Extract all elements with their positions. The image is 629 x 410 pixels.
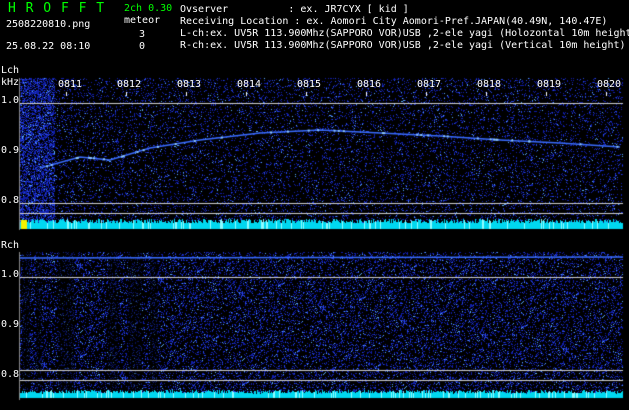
time-tick: 0818 — [477, 79, 502, 90]
lch-freq-tick: 0.9 — [1, 145, 20, 156]
time-tick: 0819 — [537, 79, 562, 90]
mode-label: 2ch 0.30 — [124, 3, 173, 14]
lch-unit-label: kHz — [1, 77, 20, 88]
time-tick: 0814 — [237, 79, 262, 90]
time-tick: 0817 — [417, 79, 442, 90]
location-line: Receiving Location : ex. Aomori City Aom… — [180, 16, 608, 27]
time-tick: 0820 — [597, 79, 622, 90]
rch-freq-tick: 0.8 — [1, 369, 20, 380]
time-tick: 0815 — [297, 79, 322, 90]
lch-meteor-count: 3 — [139, 29, 146, 40]
lch-info-line: L-ch:ex. UV5R 113.900Mhz(SAPPORO VOR)USB… — [180, 28, 629, 39]
rch-freq-tick: 1.0 — [1, 269, 20, 280]
spectrogram-canvas — [0, 0, 629, 410]
lch-freq-tick: 1.0 — [1, 95, 20, 106]
lch-freq-tick: 0.8 — [1, 195, 20, 206]
datetime: 25.08.22 08:10 — [6, 41, 91, 52]
rch-meteor-count: 0 — [139, 41, 146, 52]
rch-info-line: R-ch:ex. UV5R 113.900Mhz(SAPPORO VOR)USB… — [180, 40, 626, 51]
app-title: H R O F F T — [8, 1, 106, 16]
time-tick: 0816 — [357, 79, 382, 90]
lch-channel-label: Lch — [1, 65, 20, 76]
time-tick: 0813 — [177, 79, 202, 90]
rch-channel-label: Rch — [1, 240, 20, 251]
time-tick: 0811 — [58, 79, 83, 90]
time-tick: 0812 — [117, 79, 142, 90]
meteor-label: meteor — [124, 15, 161, 26]
filename: 2508220810.png — [6, 19, 91, 30]
observer-line: Ovserver : ex. JR7CYX [ kid ] — [180, 4, 409, 15]
rch-freq-tick: 0.9 — [1, 319, 20, 330]
